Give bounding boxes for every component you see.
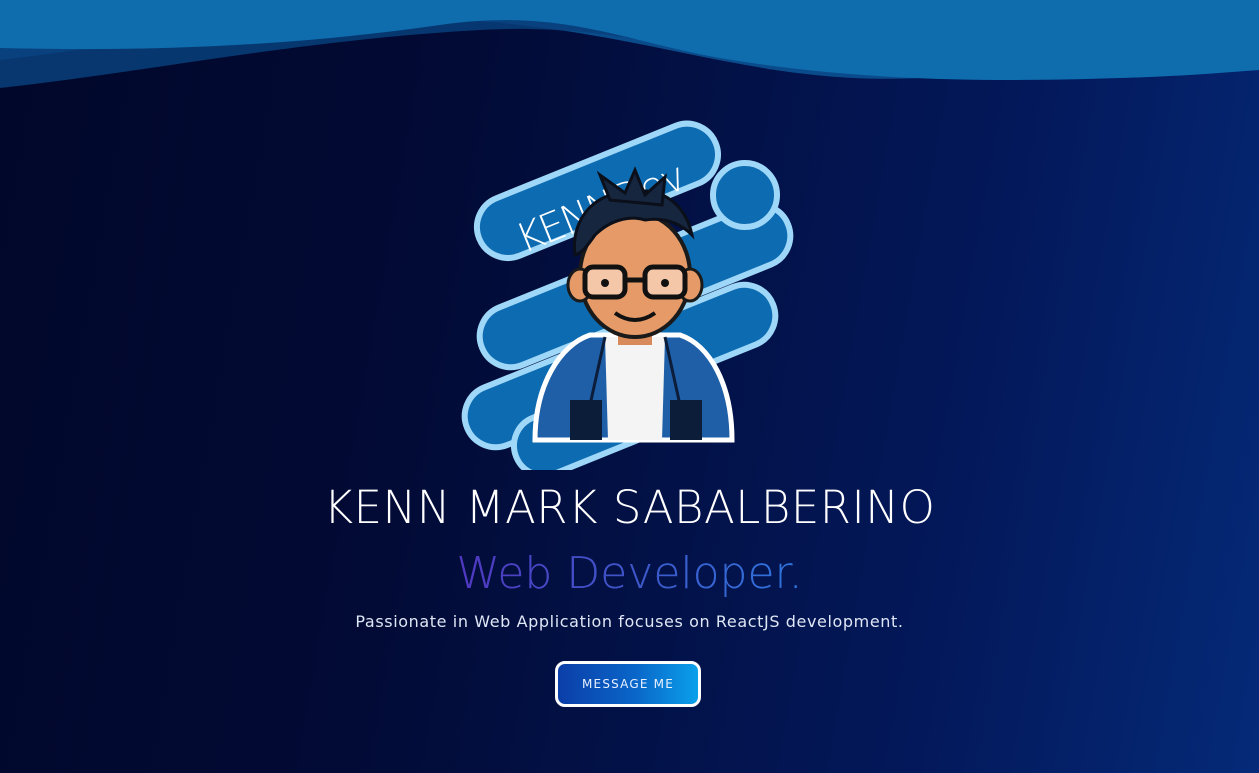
hero-role-text: Web Developer. <box>456 548 803 599</box>
hero-role: Web Developer. <box>0 545 1259 603</box>
message-me-button[interactable]: MESSAGE ME <box>555 661 701 707</box>
message-me-button-label: MESSAGE ME <box>581 677 675 691</box>
hero-tagline: Passionate in Web Application focuses on… <box>355 612 904 631</box>
hero-section: KENNDev KENN MARK SABALBERINO Web Develo… <box>0 0 1259 773</box>
hero-name: KENN MARK SABALBERINO <box>323 481 936 534</box>
kenndev-avatar-logo-icon: KENNDev <box>461 120 794 470</box>
